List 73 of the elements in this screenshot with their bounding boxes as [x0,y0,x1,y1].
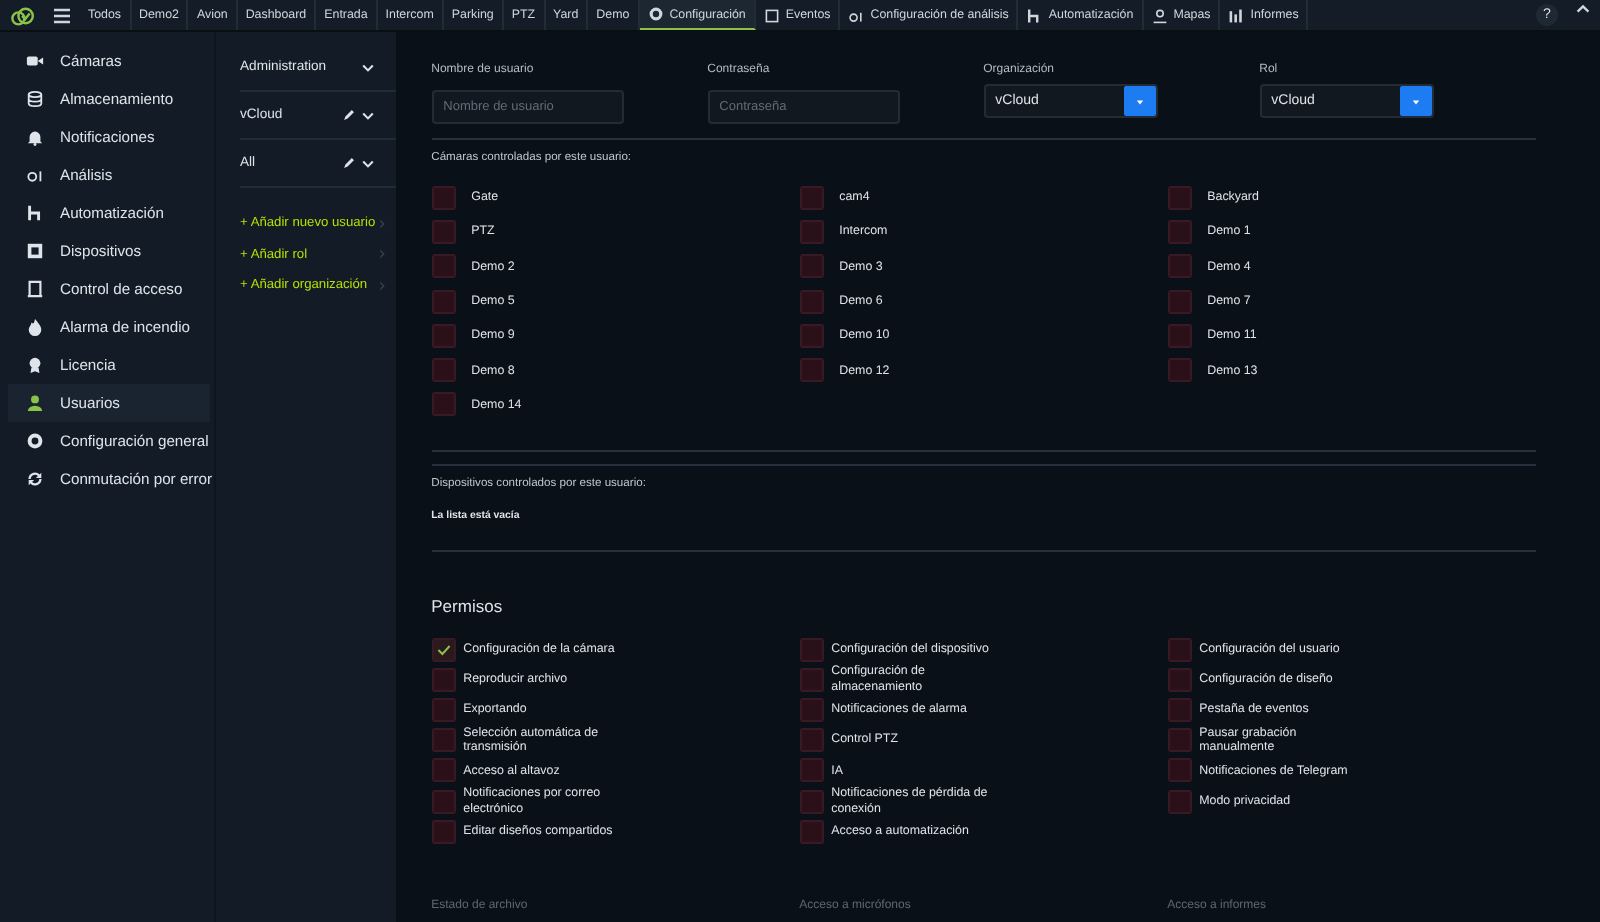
checkbox[interactable] [799,289,824,314]
checkbox[interactable] [1167,219,1192,244]
checkbox[interactable] [799,728,824,753]
chevron-right-icon [375,217,388,230]
ai-icon [848,7,865,23]
person-icon [1151,7,1168,23]
chart-icon [1228,7,1245,23]
sync-icon [26,470,44,488]
checkbox[interactable] [1167,758,1192,783]
checkbox[interactable] [431,358,456,383]
checkbox[interactable] [431,758,456,783]
checkbox[interactable] [1167,289,1192,314]
device-icon [26,242,44,260]
flame-icon [26,318,44,336]
checkbox[interactable] [431,789,456,814]
checkbox[interactable] [1167,667,1192,692]
checkbox[interactable] [799,698,824,723]
checkbox[interactable] [799,637,824,662]
bell-icon [26,128,44,146]
checkbox[interactable] [431,392,456,417]
checkbox[interactable] [431,254,456,279]
checkbox[interactable] [799,358,824,383]
checkbox[interactable] [1167,323,1192,348]
camera-icon [26,52,44,70]
menu-icon [52,5,72,25]
check-icon [435,641,452,658]
chevron-down-icon [359,155,376,171]
pencil-icon [341,156,356,170]
logo-icon [8,3,36,27]
checkbox[interactable] [431,289,456,314]
chevron-down-icon [359,59,376,75]
selector-controls[interactable] [341,107,376,123]
checkbox[interactable] [431,219,456,244]
checkbox[interactable] [1167,728,1192,753]
checkbox[interactable] [799,789,824,814]
checkbox[interactable] [431,323,456,348]
selector-controls[interactable] [359,59,376,75]
ai-icon [26,166,44,184]
calendar-icon [763,7,780,23]
checkbox[interactable] [799,254,824,279]
checkbox[interactable] [431,819,456,844]
checkbox[interactable] [799,185,824,210]
checkbox[interactable] [1167,358,1192,383]
badge-icon [26,356,44,374]
checkbox[interactable] [1167,789,1192,814]
selector-controls[interactable] [341,155,376,171]
chevron-down-icon [359,107,376,123]
checkbox[interactable] [1167,254,1192,279]
checkbox[interactable] [1167,185,1192,210]
checkbox[interactable] [799,219,824,244]
chevron-right-icon [375,279,388,292]
checkbox[interactable] [431,728,456,753]
door-icon [26,280,44,298]
flow-icon [1026,7,1043,23]
checkbox[interactable] [431,698,456,723]
checkbox[interactable] [1167,637,1192,662]
section-title: Permisos [431,596,505,617]
checkbox[interactable] [431,185,456,210]
checkbox[interactable] [799,667,824,692]
database-icon [26,90,44,108]
checkbox[interactable] [431,637,456,662]
user-icon [26,394,44,412]
collapse-icon [1574,0,1592,18]
pencil-icon [341,108,356,122]
checkbox[interactable] [799,758,824,783]
chevron-right-icon [375,248,388,261]
gear-icon [26,432,44,450]
flow-icon [26,204,44,222]
checkbox[interactable] [799,819,824,844]
checkbox[interactable] [799,323,824,348]
checkbox[interactable] [431,667,456,692]
checkbox[interactable] [1167,698,1192,723]
gear-icon [647,6,664,22]
